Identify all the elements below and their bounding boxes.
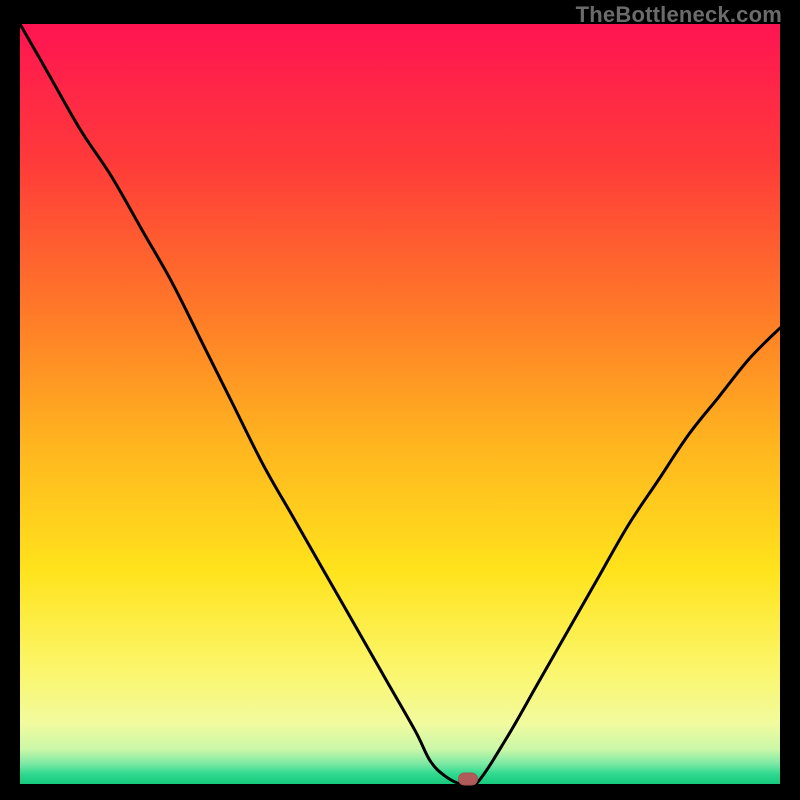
bottleneck-curve (20, 24, 780, 784)
plot-area (20, 24, 780, 784)
chart-frame: TheBottleneck.com (0, 0, 800, 800)
attribution-label: TheBottleneck.com (576, 2, 782, 28)
curve-layer (20, 24, 780, 784)
optimal-point-marker (458, 772, 478, 785)
